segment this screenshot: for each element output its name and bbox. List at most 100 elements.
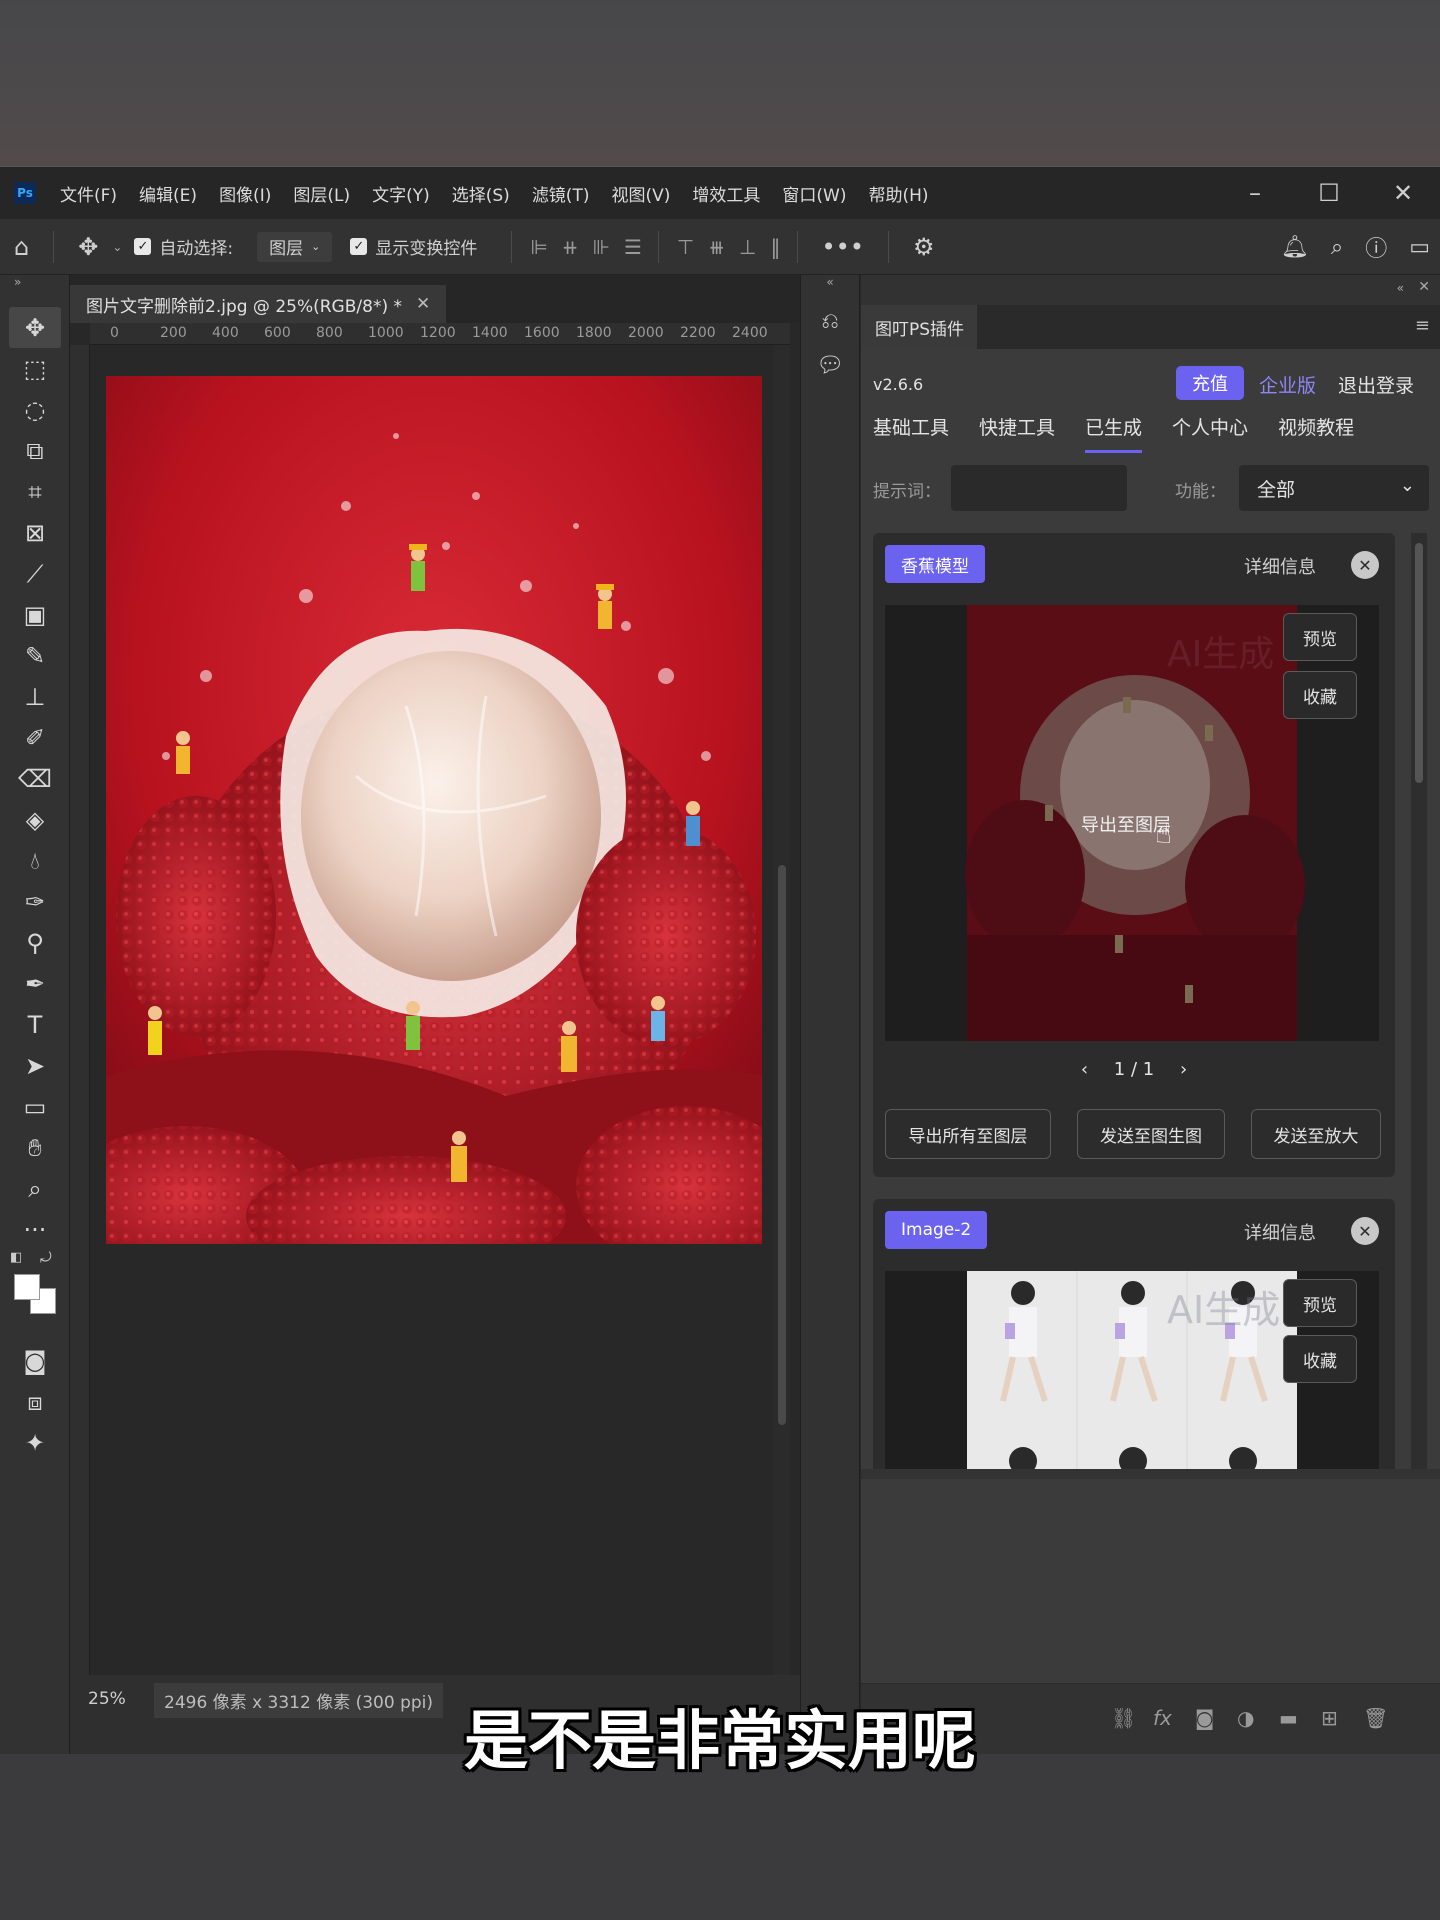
more-options-icon[interactable]: ••• [822, 233, 864, 261]
menu-layer[interactable]: 图层(L) [293, 181, 350, 206]
auto-select-checkbox[interactable]: ✓ [134, 238, 152, 255]
close-card-icon[interactable]: ✕ [1351, 551, 1379, 579]
history-panel-icon[interactable]: ⎌ [801, 299, 859, 343]
prompt-input[interactable] [951, 465, 1127, 511]
align-center-icon[interactable]: ⧺ [562, 235, 579, 259]
path-select-icon[interactable]: ➤ [0, 1045, 70, 1086]
auto-select-dropdown[interactable]: 图层 ⌄ [257, 231, 333, 262]
move-tool-icon[interactable]: ✥ [78, 233, 98, 261]
send-to-img2img-button[interactable]: 发送至图生图 [1077, 1109, 1225, 1159]
stamp-tool-icon[interactable]: ⊥ [0, 676, 70, 717]
scrollbar-thumb[interactable] [1415, 543, 1423, 783]
nav-video-tutorials[interactable]: 视频教程 [1278, 413, 1354, 453]
foreground-color-swatch[interactable] [14, 1274, 40, 1300]
generative-icon[interactable]: ✦ [0, 1422, 70, 1463]
menu-filter[interactable]: 滤镜(T) [532, 181, 590, 206]
default-colors-icon[interactable]: ◧ [10, 1250, 22, 1265]
align-middle-icon[interactable]: ⧻ [708, 235, 725, 259]
canvas-scrollbar[interactable] [774, 345, 790, 1675]
comments-panel-icon[interactable]: 💬︎ [801, 343, 859, 387]
close-card-icon[interactable]: ✕ [1351, 1217, 1379, 1245]
document-image[interactable] [106, 376, 762, 1244]
close-window-icon[interactable]: ✕ [1366, 167, 1440, 219]
type-tool-icon[interactable]: T [0, 1004, 70, 1045]
blur-tool-icon[interactable]: 💧︎ [0, 840, 70, 881]
nav-generated[interactable]: 已生成 [1085, 413, 1143, 453]
favorite-button[interactable]: 收藏 [1283, 1335, 1357, 1383]
align-bottom-icon[interactable]: ⊥ [739, 235, 756, 259]
zoom-lens-tool-icon[interactable]: ⚲ [0, 922, 70, 963]
align-left-icon[interactable]: ⊫ [530, 235, 547, 259]
detail-info-link[interactable]: 详细信息 [1244, 553, 1316, 579]
favorite-button[interactable]: 收藏 [1283, 671, 1357, 719]
pen-tool-icon[interactable]: ✒ [0, 963, 70, 1004]
logout-link[interactable]: 退出登录 [1338, 371, 1414, 398]
close-tab-icon[interactable]: ✕ [416, 294, 430, 314]
results-scrollbar[interactable] [1411, 533, 1427, 1473]
move-tool-icon[interactable]: ✥ [9, 307, 61, 348]
menu-plugins[interactable]: 增效工具 [692, 181, 760, 206]
brush-tool-icon[interactable]: ✎ [0, 635, 70, 676]
menu-help[interactable]: 帮助(H) [868, 181, 928, 206]
marquee-tool-icon[interactable]: ⬚ [0, 348, 70, 389]
search-icon[interactable]: ⌕ [1331, 235, 1343, 260]
eyedropper-tool-icon[interactable]: ⟋ [0, 553, 70, 594]
menu-type[interactable]: 文字(Y) [372, 181, 430, 206]
frame-tool-icon[interactable]: ⊠ [0, 512, 70, 553]
collapse-icon[interactable]: » [0, 275, 69, 293]
recharge-button[interactable]: 充值 [1176, 366, 1244, 400]
document-tab[interactable]: 图片文字删除前2.jpg @ 25%(RGB/8*) * ✕ [70, 285, 446, 323]
align-top-icon[interactable]: ⊤ [677, 235, 694, 259]
menu-file[interactable]: 文件(F) [60, 181, 117, 206]
crop-tool-icon[interactable]: ⌗ [0, 471, 70, 512]
align-right-icon[interactable]: ⊪ [593, 235, 610, 259]
preview-button[interactable]: 预览 [1283, 1279, 1357, 1327]
color-swatches[interactable]: ◧ ⤾ [0, 1250, 69, 1340]
collapse-icon[interactable]: « [801, 275, 859, 289]
menu-view[interactable]: 视图(V) [611, 181, 670, 206]
distribute-vertical-icon[interactable]: ‖ [771, 235, 781, 259]
scrollbar-thumb[interactable] [778, 865, 786, 1425]
home-icon[interactable]: ⌂ [14, 233, 29, 261]
close-panel-icon[interactable]: ✕ [1418, 279, 1430, 295]
minimize-icon[interactable]: – [1218, 167, 1292, 219]
show-transform-checkbox[interactable]: ✓ [350, 238, 368, 255]
maximize-icon[interactable]: ☐ [1292, 167, 1366, 219]
chevron-down-icon[interactable]: ⌄ [112, 240, 122, 254]
dodge-tool-icon[interactable]: ✑ [0, 881, 70, 922]
nav-personal-center[interactable]: 个人中心 [1172, 413, 1248, 453]
workspace-icon[interactable]: ▭ [1409, 235, 1430, 260]
panel-menu-icon[interactable]: ≡ [1415, 315, 1430, 336]
rectangle-tool-icon[interactable]: ▭ [0, 1086, 70, 1127]
collapse-icon[interactable]: « [1397, 281, 1404, 295]
enterprise-link[interactable]: 企业版 [1259, 371, 1316, 398]
quick-mask-icon[interactable]: ◙ [0, 1340, 70, 1381]
hand-tool-icon[interactable]: ✋︎ [0, 1127, 70, 1168]
export-all-button[interactable]: 导出所有至图层 [885, 1109, 1051, 1159]
detail-info-link[interactable]: 详细信息 [1244, 1219, 1316, 1245]
history-brush-icon[interactable]: ✐ [0, 717, 70, 758]
paint-bucket-icon[interactable]: ◈ [0, 799, 70, 840]
swap-colors-icon[interactable]: ⤾ [40, 1250, 52, 1266]
gear-icon[interactable]: ⚙ [913, 233, 935, 261]
more-tools-icon[interactable]: ··· [0, 1209, 70, 1250]
preview-button[interactable]: 预览 [1283, 613, 1357, 661]
bell-icon[interactable]: 🔔︎ [1281, 235, 1309, 260]
chevron-left-icon[interactable]: ‹ [1081, 1059, 1088, 1080]
eraser-tool-icon[interactable]: ⌫ [0, 758, 70, 799]
menu-window[interactable]: 窗口(W) [782, 181, 846, 206]
function-dropdown[interactable]: 全部 ⌄ [1239, 465, 1429, 511]
healing-tool-icon[interactable]: ▣ [0, 594, 70, 635]
screen-mode-icon[interactable]: ⧈ [0, 1381, 70, 1422]
menu-edit[interactable]: 编辑(E) [139, 181, 197, 206]
zoom-tool-icon[interactable]: ⌕ [0, 1168, 70, 1209]
distribute-icon[interactable]: ☰ [624, 235, 642, 259]
menu-select[interactable]: 选择(S) [452, 181, 510, 206]
help-icon[interactable]: ⓘ [1365, 231, 1387, 263]
lasso-tool-icon[interactable]: ◌ [0, 389, 70, 430]
send-to-upscale-button[interactable]: 发送至放大 [1251, 1109, 1381, 1159]
chevron-right-icon[interactable]: › [1180, 1059, 1187, 1080]
object-select-tool-icon[interactable]: ⧉ [0, 430, 70, 471]
nav-quick-tools[interactable]: 快捷工具 [979, 413, 1055, 453]
plugin-tab[interactable]: 图叮PS插件 [861, 305, 977, 349]
